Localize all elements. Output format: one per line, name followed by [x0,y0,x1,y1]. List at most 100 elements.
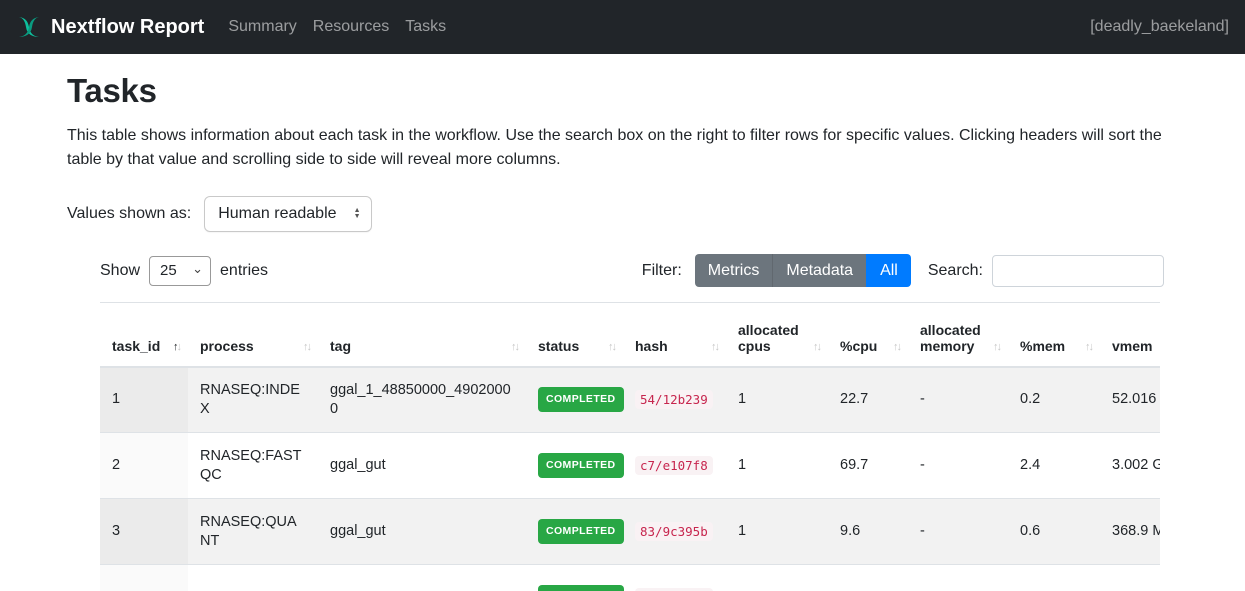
cell-task-id: 4 [100,565,188,591]
cell-pct-mem: 2.4 [1008,433,1100,499]
cell-pct-cpu: 42.8 [828,565,908,591]
chevron-down-icon: ⌄ [192,261,203,277]
table-scroll-container[interactable]: task_id ↑↓ process ↑↓ tag ↑↓ status [100,302,1160,591]
column-label: hash [635,338,668,354]
cell-pct-mem: 0.2 [1008,367,1100,433]
status-badge: COMPLETED [538,585,624,591]
column-label: %cpu [840,338,877,354]
sort-icon: ↑↓ [303,341,310,353]
values-shown-label: Values shown as: [67,205,191,223]
page-description: This table shows information about each … [67,124,1167,172]
column-label: tag [330,338,351,354]
cell-task-id: 3 [100,499,188,565]
cell-hash: 83/9c395b [623,499,726,565]
sort-icon: ↑↓ [511,341,518,353]
table-row: 3 RNASEQ:QUANT ggal_gut COMPLETED 83/9c3… [100,499,1160,565]
column-label: %mem [1020,338,1065,354]
cell-allocated-cpus: 1 [726,499,828,565]
column-header-status[interactable]: status ↑↓ [526,303,623,367]
entries-select[interactable]: 25 ⌄ [149,256,211,286]
cell-process: RNASEQ:QUANT [188,499,318,565]
sort-icon: ↑↓ [993,341,1000,353]
table-row: 2 RNASEQ:FASTQC ggal_gut COMPLETED c7/e1… [100,433,1160,499]
hash-code: 83/9c395b [635,522,713,541]
entries-value: 25 [160,262,177,279]
column-header-allocated-cpus[interactable]: allocated cpus ↑↓ [726,303,828,367]
column-header-task-id[interactable]: task_id ↑↓ [100,303,188,367]
cell-allocated-memory: - [908,367,1008,433]
filter-label: Filter: [642,262,682,280]
nav-item-tasks[interactable]: Tasks [397,10,454,44]
column-label: process [200,338,254,354]
status-badge: COMPLETED [538,453,624,478]
column-header-hash[interactable]: hash ↑↓ [623,303,726,367]
top-navbar: Nextflow Report Summary Resources Tasks … [0,0,1245,54]
cell-allocated-memory: - [908,433,1008,499]
filter-all-button[interactable]: All [866,254,911,287]
cell-status: COMPLETED [526,433,623,499]
column-header-tag[interactable]: tag ↑↓ [318,303,526,367]
nextflow-logo-icon [16,14,42,40]
cell-allocated-cpus: 1 [726,367,828,433]
column-header-pct-mem[interactable]: %mem ↑↓ [1008,303,1100,367]
show-entries: Show 25 ⌄ entries [100,256,268,286]
table-row: 1 RNASEQ:INDEX ggal_1_48850000_49020000 … [100,367,1160,433]
cell-vmem: 571.58 MB [1100,565,1160,591]
cell-task-id: 1 [100,367,188,433]
sort-icon: ↑↓ [813,341,820,353]
filter-button-group: Metrics Metadata All [695,254,911,287]
column-label: allocated cpus [738,322,799,354]
hash-code: 54/12b239 [635,390,713,409]
cell-process: RNASEQ:FASTQC [188,433,318,499]
column-label: vmem [1112,338,1152,354]
sort-icon: ↑↓ [893,341,900,353]
sort-icon: ↑↓ [711,341,718,353]
cell-status: COMPLETED [526,367,623,433]
cell-hash: 54/12b239 [623,367,726,433]
nav-item-summary[interactable]: Summary [220,10,304,44]
cell-tag: - [318,565,526,591]
search-input[interactable] [992,255,1164,287]
header-row: task_id ↑↓ process ↑↓ tag ↑↓ status [100,303,1160,367]
cell-pct-cpu: 69.7 [828,433,908,499]
values-shown-selected: Human readable [218,205,336,223]
cell-hash: c7/e107f8 [623,433,726,499]
cell-pct-cpu: 22.7 [828,367,908,433]
column-header-pct-cpu[interactable]: %cpu ↑↓ [828,303,908,367]
brand[interactable]: Nextflow Report [16,14,204,40]
sort-icon: ↑↓ [1085,341,1092,353]
filter-metadata-button[interactable]: Metadata [772,254,866,287]
search-label: Search: [928,262,983,280]
status-badge: COMPLETED [538,519,624,544]
status-badge: COMPLETED [538,387,624,412]
cell-pct-mem: 1.4 [1008,565,1100,591]
entries-label: entries [220,262,268,280]
cell-status: COMPLETED [526,499,623,565]
show-label: Show [100,262,140,280]
cell-tag: ggal_gut [318,433,526,499]
column-header-process[interactable]: process ↑↓ [188,303,318,367]
cell-tag: ggal_1_48850000_49020000 [318,367,526,433]
tasks-table: task_id ↑↓ process ↑↓ tag ↑↓ status [100,302,1160,591]
sort-icon: ↑↓ [608,341,615,353]
column-label: allocated memory [920,322,981,354]
cell-status: COMPLETED [526,565,623,591]
column-header-vmem[interactable]: vmem ↑↓ [1100,303,1160,367]
cell-tag: ggal_gut [318,499,526,565]
column-header-allocated-memory[interactable]: allocated memory ↑↓ [908,303,1008,367]
cell-process: MULTIQC [188,565,318,591]
page-title: Tasks [67,72,1245,110]
sort-icon: ↑↓ [173,341,180,353]
column-label: status [538,338,579,354]
cell-pct-mem: 0.6 [1008,499,1100,565]
main-content: Tasks This table shows information about… [0,54,1245,591]
select-arrows-icon: ▲ ▼ [354,208,361,220]
cell-vmem: 368.9 MB [1100,499,1160,565]
cell-hash: 94/c235e1 [623,565,726,591]
table-controls: Show 25 ⌄ entries Filter: Metrics Metada… [100,254,1164,287]
nav-item-resources[interactable]: Resources [305,10,397,44]
hash-code: c7/e107f8 [635,456,713,475]
filter-metrics-button[interactable]: Metrics [695,254,773,287]
cell-allocated-cpus: 1 [726,433,828,499]
values-shown-select[interactable]: Human readable ▲ ▼ [204,196,371,232]
